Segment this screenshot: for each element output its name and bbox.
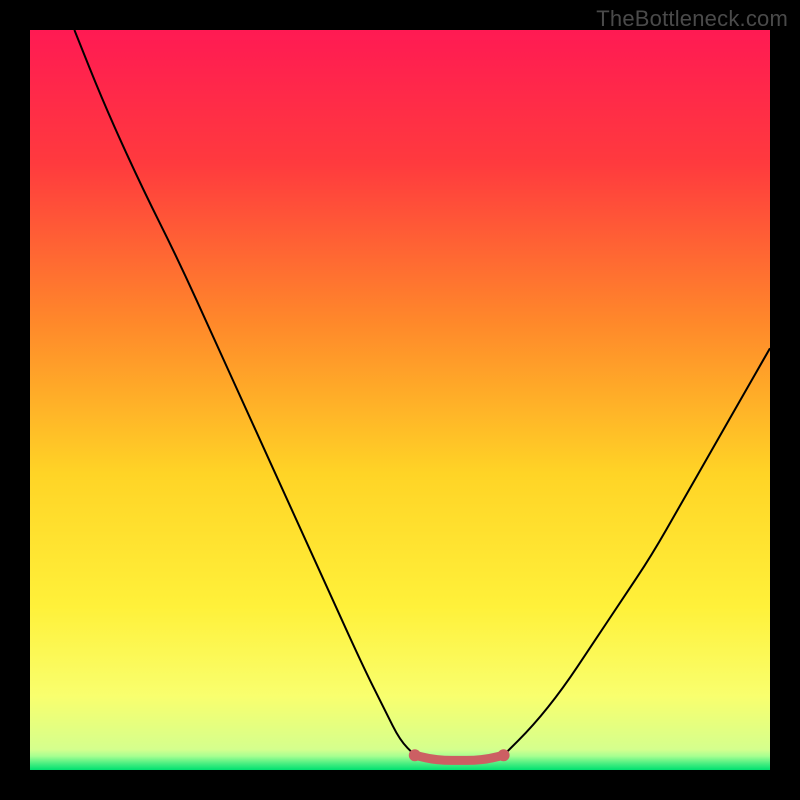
curve-layer	[30, 30, 770, 770]
chart-frame: TheBottleneck.com	[0, 0, 800, 800]
plot-area	[30, 30, 770, 770]
valley-endpoint-right	[498, 749, 510, 761]
valley-endpoint-left	[409, 749, 421, 761]
curve-right-branch	[504, 348, 770, 755]
watermark-text: TheBottleneck.com	[596, 6, 788, 32]
curve-valley-highlight	[415, 755, 504, 760]
curve-left-branch	[74, 30, 414, 755]
